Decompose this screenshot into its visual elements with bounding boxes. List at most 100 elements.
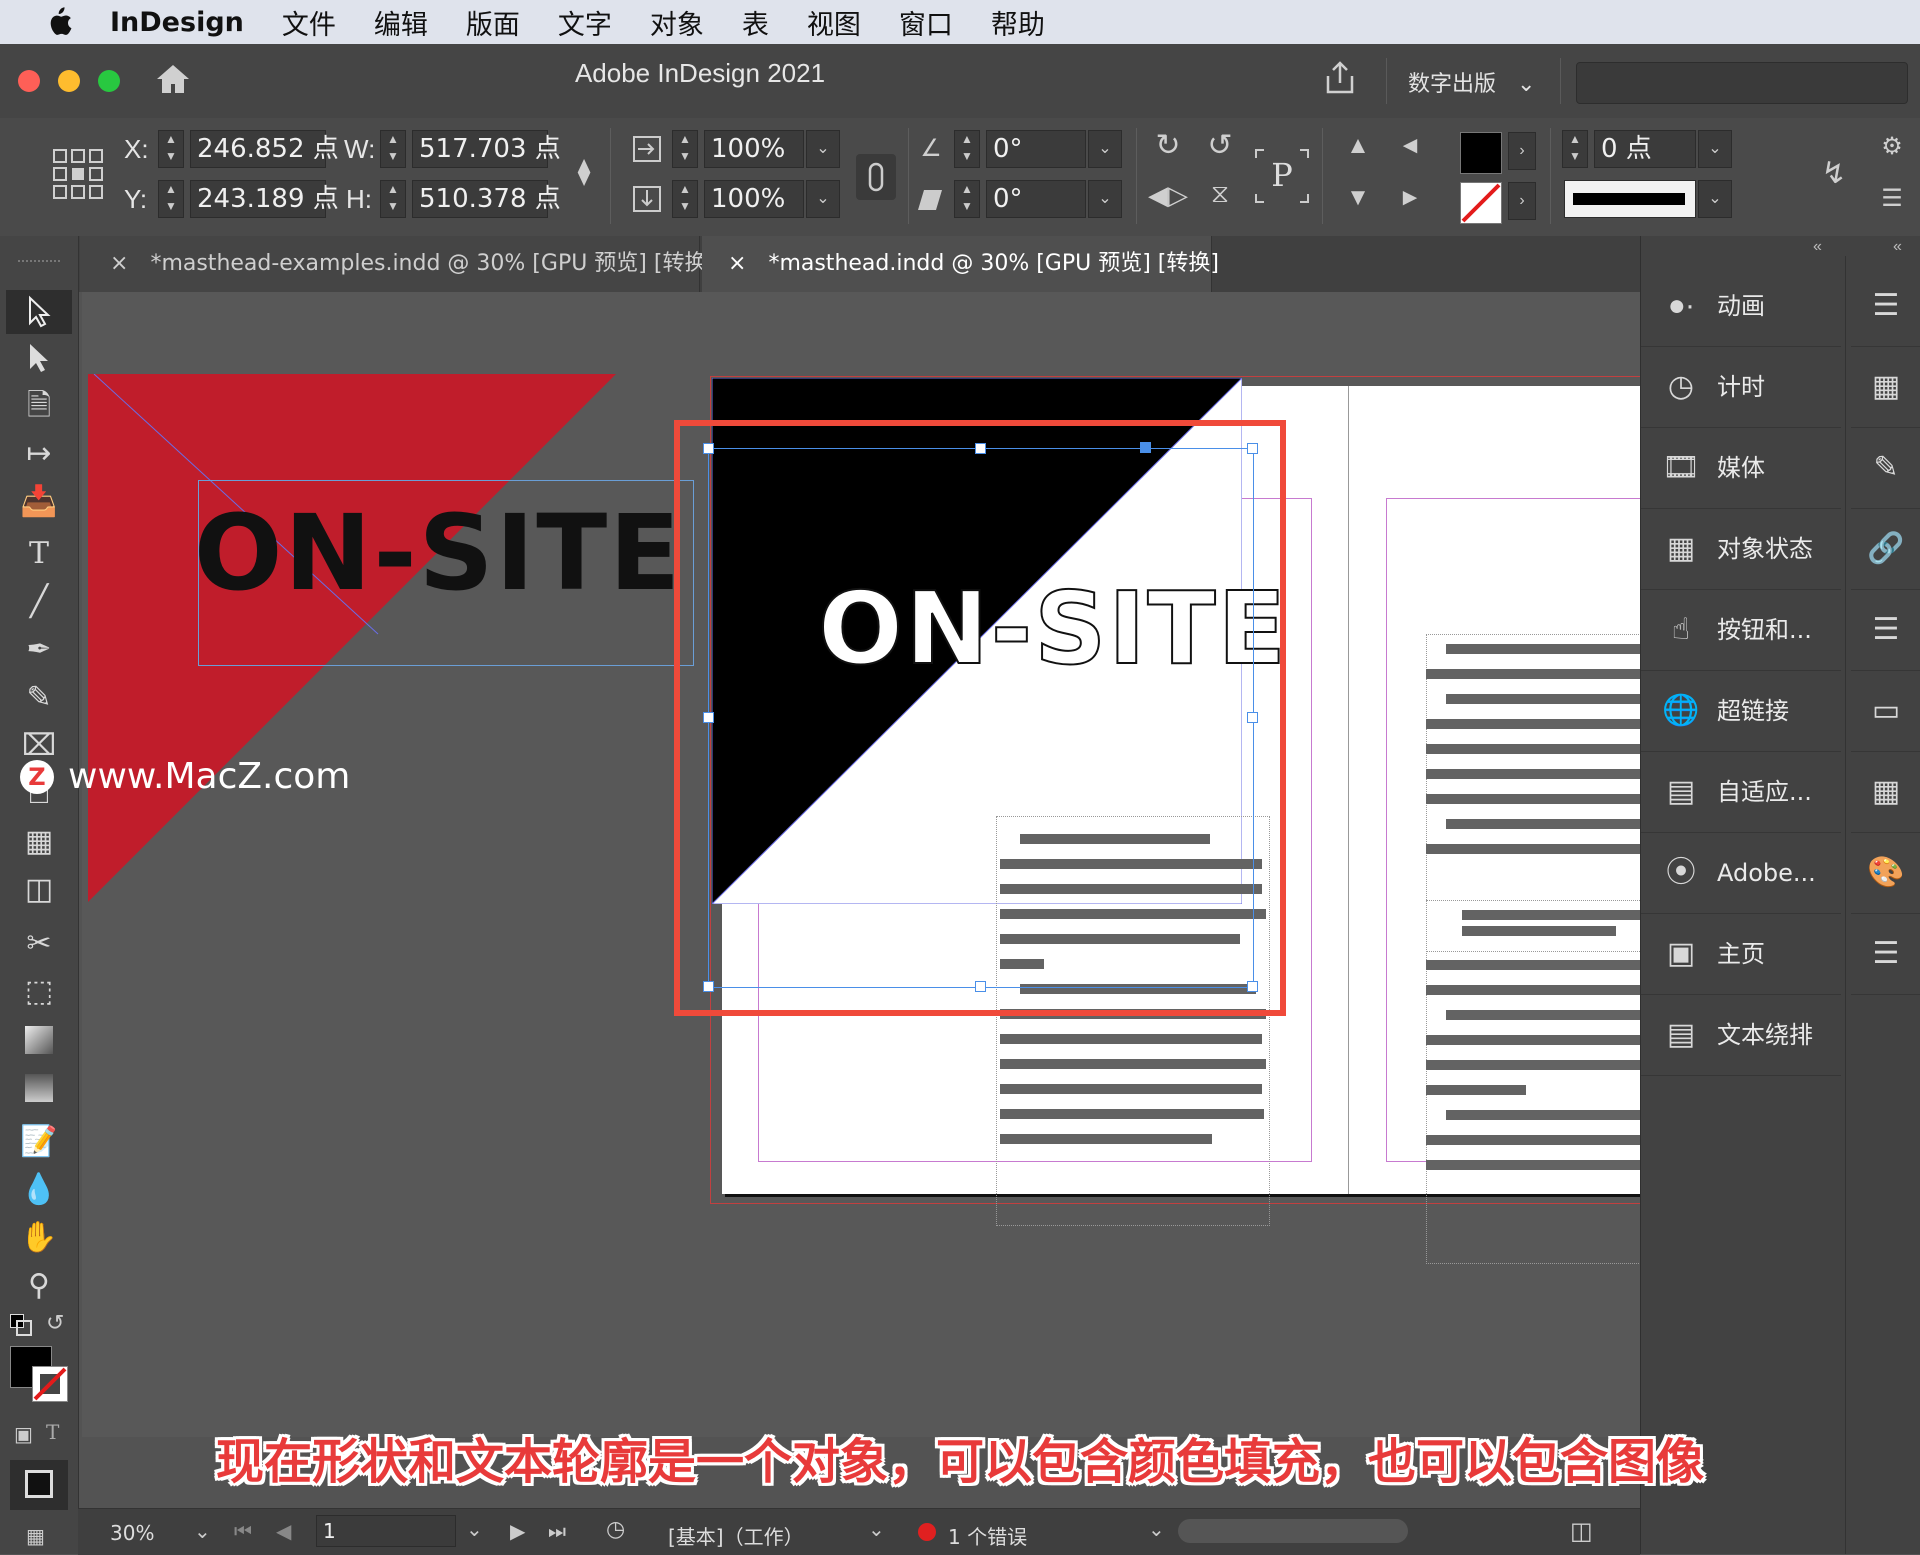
paragraph-styles-icon[interactable]: ✎	[1851, 428, 1920, 509]
x-stepper[interactable]: ▲ ▼	[158, 130, 184, 168]
menu-help[interactable]: 帮助	[991, 3, 1045, 42]
panel-media[interactable]: 🎞 媒体	[1641, 428, 1841, 509]
share-icon[interactable]	[1322, 60, 1358, 101]
horizontal-scrollbar[interactable]	[1178, 1519, 1408, 1543]
page-tool-icon[interactable]: 🗎	[0, 384, 78, 428]
stroke-type-dropdown[interactable]: ⌄	[1698, 180, 1732, 218]
line-tool-icon[interactable]: ╱	[0, 580, 78, 624]
panel-adobe-color[interactable]: ⦿ Adobe...	[1641, 833, 1841, 914]
page-chevron-down-icon[interactable]: ⌄	[466, 1517, 483, 1541]
menu-edit[interactable]: 编辑	[374, 3, 428, 42]
close-tab-icon[interactable]: ×	[110, 251, 128, 276]
menu-app-name[interactable]: InDesign	[110, 7, 244, 38]
scale-y-dropdown[interactable]: ⌄	[806, 180, 840, 218]
next-page-icon[interactable]: ▶	[510, 1519, 525, 1543]
gradient-swatch-tool-icon[interactable]	[0, 1018, 78, 1062]
page-number-field[interactable]: 1	[316, 1515, 456, 1547]
rotate-stepper[interactable]: ▲ ▼	[954, 130, 980, 168]
stroke-weight-dropdown[interactable]: ⌄	[1698, 130, 1732, 168]
profile-chevron-down-icon[interactable]: ⌄	[868, 1517, 885, 1541]
direct-selection-tool-icon[interactable]	[0, 336, 78, 380]
collapse-panels-icon[interactable]: «	[1893, 238, 1902, 256]
select-next-object-icon[interactable]: ►	[1390, 184, 1430, 212]
view-mode-icon[interactable]: ▦	[26, 1524, 45, 1549]
scale-x-field[interactable]: 100%	[704, 130, 804, 168]
gap-tool-icon[interactable]: ↦	[0, 432, 78, 476]
menu-table[interactable]: 表	[742, 3, 769, 42]
error-count[interactable]: 1 个错误	[948, 1521, 1027, 1550]
table-tool-icon[interactable]: ▦	[0, 820, 78, 864]
quick-apply-lightning-icon[interactable]: ↯	[1814, 156, 1854, 191]
select-container-icon[interactable]: ▲	[1338, 132, 1378, 160]
grid-tool-icon[interactable]: ◫	[0, 868, 78, 912]
gradient-icon[interactable]: ▭	[1851, 671, 1920, 752]
y-field[interactable]: 243.189 点	[190, 180, 339, 218]
preflight-profile[interactable]: [基本]（工作）	[668, 1521, 804, 1550]
zoom-level[interactable]: 30%	[110, 1521, 154, 1545]
y-stepper[interactable]: ▲ ▼	[158, 180, 184, 218]
split-window-icon[interactable]: ◫	[1570, 1517, 1593, 1545]
default-fill-stroke-icon[interactable]	[10, 1314, 32, 1336]
panel-timing[interactable]: ◷ 计时	[1641, 347, 1841, 428]
shear-stepper[interactable]: ▲ ▼	[954, 180, 980, 218]
menu-window[interactable]: 窗口	[899, 3, 953, 42]
links-icon[interactable]: 🔗	[1851, 509, 1920, 590]
stroke-none-swatch[interactable]	[1460, 182, 1502, 224]
w-stepper[interactable]: ▲ ▼	[380, 130, 406, 168]
stroke-chevron-right-icon[interactable]: ›	[1508, 182, 1536, 220]
note-tool-icon[interactable]: 📝	[0, 1120, 78, 1164]
flip-vertical-icon[interactable]: ⧖	[1200, 178, 1240, 210]
content-collector-icon[interactable]: 📥	[0, 480, 78, 524]
menu-layout[interactable]: 版面	[466, 3, 520, 42]
rotate-field[interactable]: 0°	[986, 130, 1086, 168]
shear-field[interactable]: 0°	[986, 180, 1086, 218]
type-tool-icon[interactable]: T	[0, 532, 78, 576]
w-field[interactable]: 517.703 点	[412, 130, 561, 168]
scale-y-field[interactable]: 100%	[704, 180, 804, 218]
document-canvas[interactable]: ON-SITE ON-SITE	[82, 292, 1640, 1437]
swatches-icon[interactable]: ▦	[1851, 752, 1920, 833]
stroke-color-box[interactable]	[32, 1366, 68, 1402]
gradient-feather-tool-icon[interactable]	[0, 1066, 78, 1110]
stroke-icon[interactable]: ☰	[1851, 914, 1920, 995]
scale-x-dropdown[interactable]: ⌄	[806, 130, 840, 168]
search-input[interactable]	[1576, 62, 1908, 104]
tab-masthead[interactable]: × *masthead.indd @ 30% [GPU 预览] [转换]	[702, 236, 1219, 292]
preflight-profile-icon[interactable]: ◷	[606, 1517, 625, 1542]
previous-page-icon[interactable]: ◀	[276, 1519, 291, 1543]
gear-icon[interactable]: ⚙	[1872, 132, 1912, 161]
free-transform-tool-icon[interactable]: ⬚	[0, 970, 78, 1014]
errors-chevron-down-icon[interactable]: ⌄	[1148, 1517, 1165, 1541]
hand-tool-icon[interactable]: ✋	[0, 1216, 78, 1260]
panel-animation[interactable]: ●∙ 动画	[1641, 266, 1841, 347]
collapse-panels-icon[interactable]: «	[1813, 238, 1822, 256]
scale-x-stepper[interactable]: ▲ ▼	[672, 130, 698, 168]
menu-view[interactable]: 视图	[807, 3, 861, 42]
menu-object[interactable]: 对象	[650, 3, 704, 42]
panel-hyperlinks[interactable]: 🌐 超链接	[1641, 671, 1841, 752]
panel-buttons[interactable]: ☝ 按钮和...	[1641, 590, 1841, 671]
tab-masthead-examples[interactable]: × *masthead-examples.indd @ 30% [GPU 预览] …	[80, 236, 715, 292]
properties-icon[interactable]: ☰	[1851, 266, 1920, 347]
last-page-icon[interactable]: ⏭	[548, 1519, 566, 1543]
stroke-weight-field[interactable]: 0 点	[1594, 130, 1696, 168]
pencil-tool-icon[interactable]: ✎	[0, 676, 78, 720]
zoom-chevron-down-icon[interactable]: ⌄	[194, 1519, 211, 1543]
panel-liquid-layout[interactable]: ▤ 自适应...	[1641, 752, 1841, 833]
rotate-dropdown[interactable]: ⌄	[1088, 130, 1122, 168]
x-field[interactable]: 246.852 点	[190, 130, 339, 168]
scissors-tool-icon[interactable]: ✂	[0, 922, 78, 966]
select-content-icon[interactable]: ▼	[1338, 184, 1378, 212]
close-tab-icon[interactable]: ×	[728, 251, 746, 276]
menu-type[interactable]: 文字	[558, 3, 612, 42]
first-page-icon[interactable]: ⏮	[234, 1519, 252, 1543]
swap-fill-stroke-icon[interactable]: ↺	[46, 1310, 64, 1336]
panel-text-wrap[interactable]: ▤ 文本绕排	[1641, 995, 1841, 1076]
flip-horizontal-icon[interactable]: ◀▷	[1148, 180, 1188, 211]
fill-chevron-right-icon[interactable]: ›	[1508, 132, 1536, 170]
color-icon[interactable]: 🎨	[1851, 833, 1920, 914]
zoom-tool-icon[interactable]: ⚲	[0, 1264, 78, 1308]
menu-file[interactable]: 文件	[282, 3, 336, 42]
panel-object-states[interactable]: ▦ 对象状态	[1641, 509, 1841, 590]
shear-dropdown[interactable]: ⌄	[1088, 180, 1122, 218]
